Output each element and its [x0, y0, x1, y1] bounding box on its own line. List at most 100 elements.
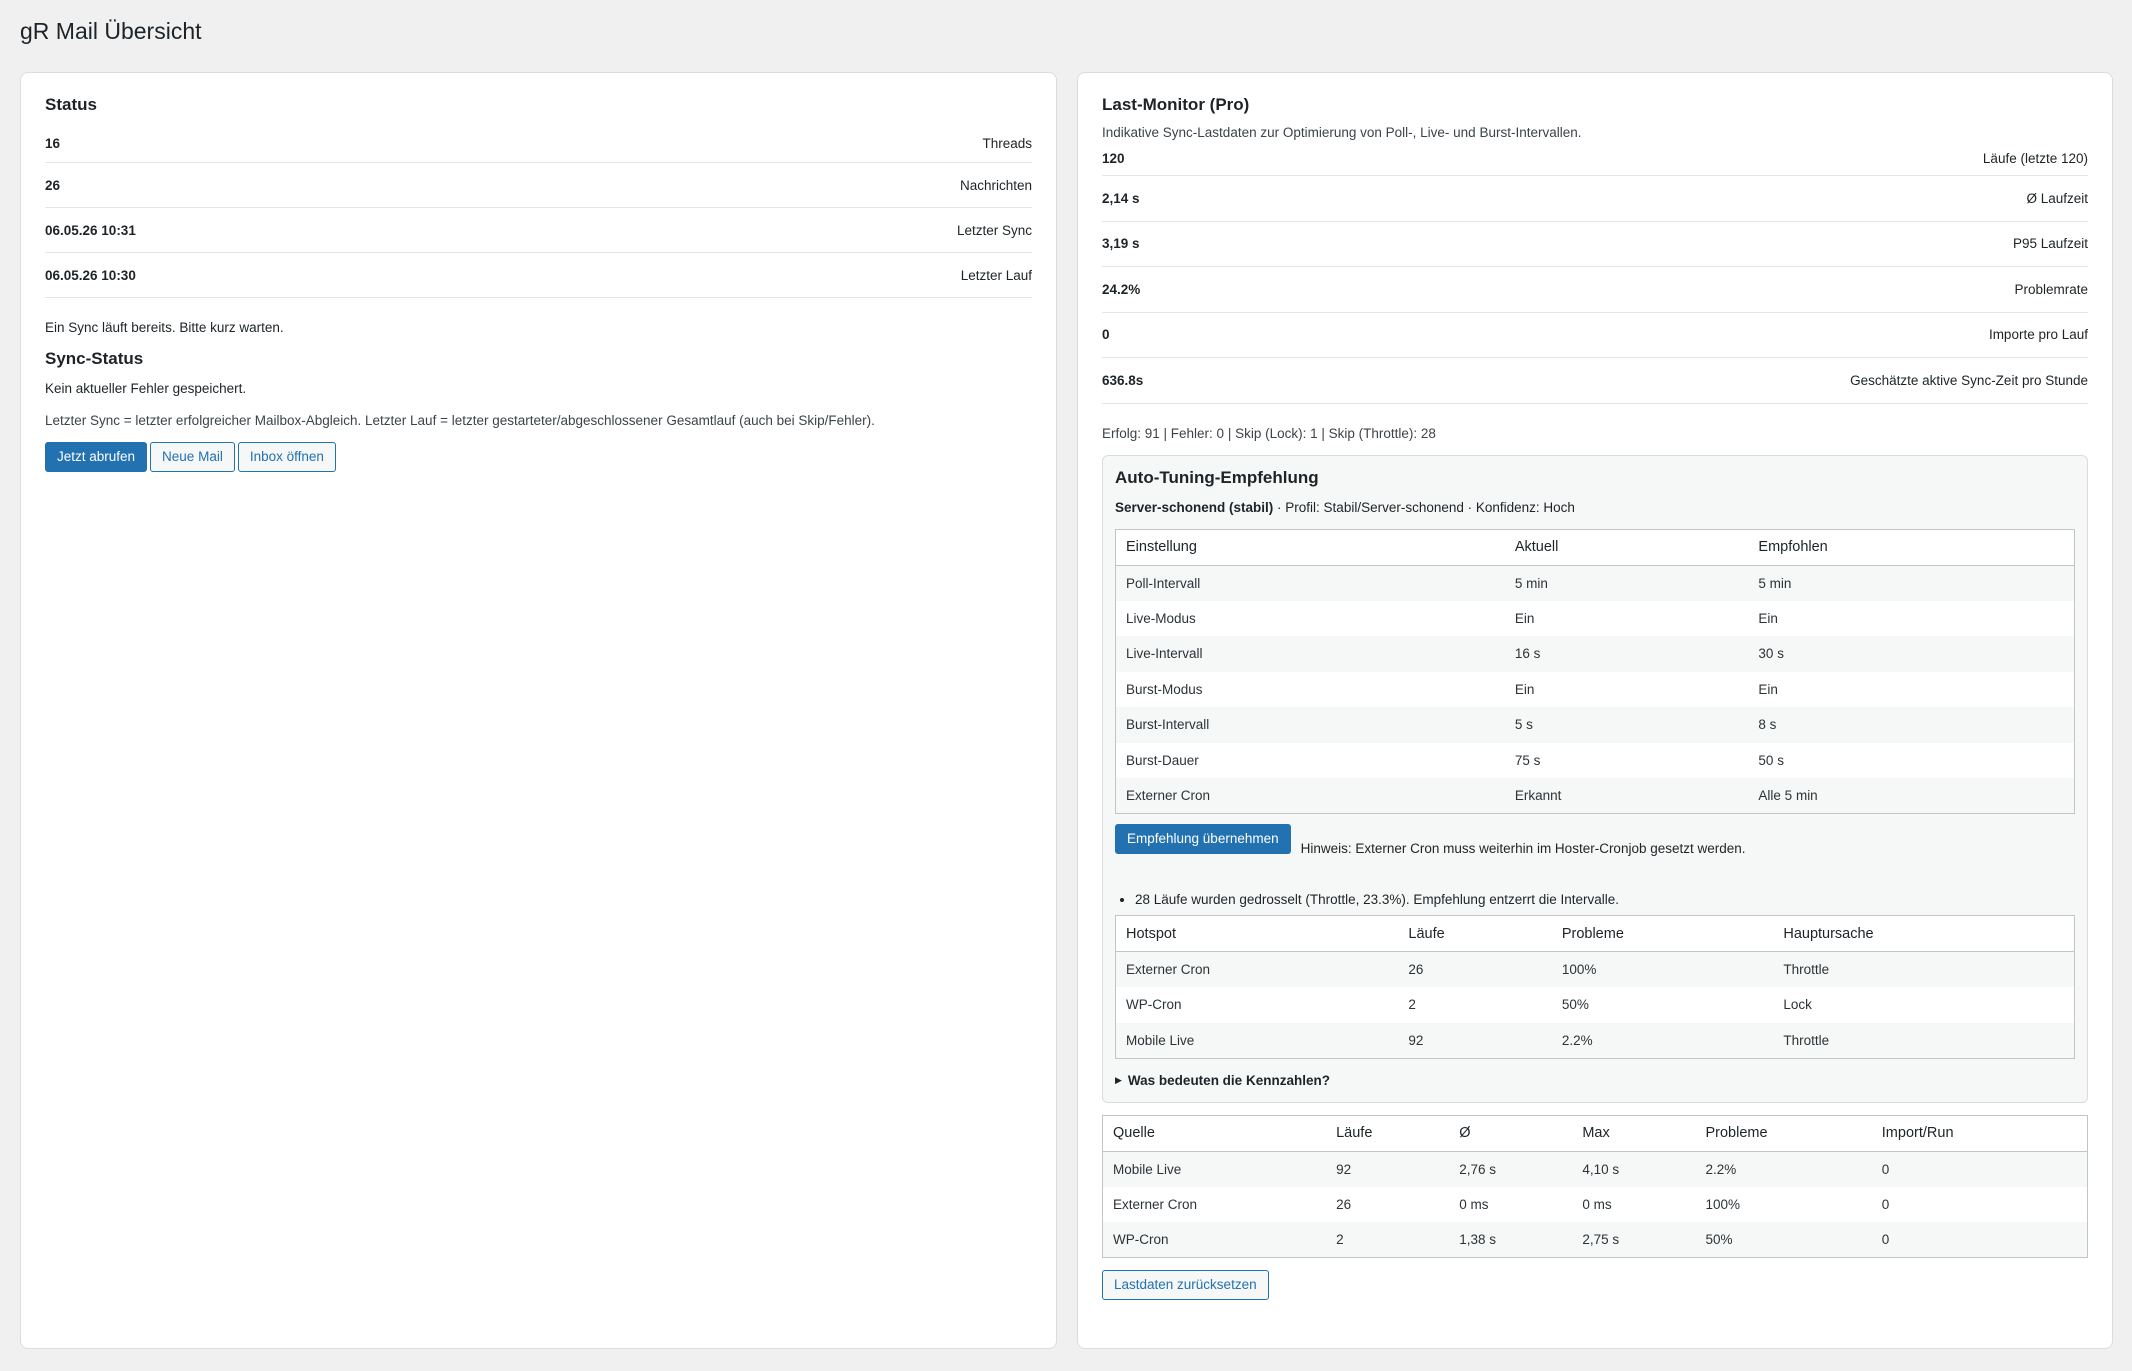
sync-explain-text: Letzter Sync = letzter erfolgreicher Mai…: [45, 413, 875, 428]
source-runs: 92: [1326, 1151, 1450, 1187]
header-hotspot: Hotspot: [1115, 915, 1399, 952]
monitor-rows: 120 Läufe (letzte 120) 2,14 s Ø Laufzeit…: [1102, 142, 2088, 404]
source-max: 0 ms: [1582, 1196, 1612, 1212]
throttle-notes: 28 Läufe wurden gedrosselt (Throttle, 23…: [1135, 892, 2075, 907]
last-sync-value: 06.05.26 10:31: [45, 222, 136, 238]
setting-recommended: 30 s: [1748, 636, 2075, 672]
runs-value: 120: [1102, 151, 1125, 166]
p95-runtime-label: P95 Laufzeit: [2012, 236, 2088, 252]
source-import-run: 0: [1871, 1151, 2088, 1187]
monitor-row-runs: 120 Läufe (letzte 120): [1102, 142, 2088, 176]
source-import-run: 0: [1881, 1196, 1890, 1212]
sync-running-notice: Ein Sync läuft bereits. Bitte kurz warte…: [45, 320, 284, 335]
page-title: gR Mail Übersicht: [20, 18, 202, 44]
source-avg: 2,76 s: [1449, 1151, 1573, 1187]
table-row: Burst-Dauer 75 s 50 s: [1116, 743, 2075, 779]
table-row: Mobile Live 92 2.2% Throttle: [1115, 1022, 2075, 1058]
header-current: Aktuell: [1504, 529, 1749, 566]
load-monitor-card: Last-Monitor (Pro) Indikative Sync-Lastd…: [1077, 72, 2113, 1349]
status-rows: 16 Threads 26 Nachrichten 06.05.26 10:31…: [45, 125, 1032, 298]
avg-runtime-label: Ø Laufzeit: [2026, 190, 2088, 206]
source-header-row: Quelle Läufe Ø Max Probleme Import/Run: [1102, 1115, 2088, 1152]
setting-name: Poll-Intervall: [1115, 565, 1505, 601]
hotspot-name: WP-Cron: [1126, 997, 1182, 1013]
metrics-explanation-toggle[interactable]: ▶ Was bedeuten die Kennzahlen?: [1115, 1073, 2075, 1088]
monitor-description: Indikative Sync-Lastdaten zur Optimierun…: [1102, 125, 1582, 140]
monitor-row-avg-runtime: 2,14 s Ø Laufzeit: [1102, 176, 2088, 222]
last-sync-label: Letzter Sync: [956, 222, 1032, 238]
sync-time-value: 636.8s: [1102, 372, 1144, 388]
setting-recommended: Ein: [1758, 681, 1778, 697]
header-problems: Probleme: [1551, 915, 1774, 952]
hotspot-problems: 50%: [1561, 997, 1589, 1013]
setting-current: 16 s: [1504, 636, 1749, 672]
list-item: 28 Läufe wurden gedrosselt (Throttle, 23…: [1135, 892, 2075, 907]
profile-details: · Profil: Stabil/Server-schonend · Konfi…: [1273, 499, 1575, 515]
p95-runtime-value: 3,19 s: [1102, 236, 1140, 252]
hotspot-problems: 2.2%: [1551, 1022, 1774, 1058]
hotspot-header-row: Hotspot Läufe Probleme Hauptursache: [1115, 915, 2075, 952]
setting-current: 5 s: [1504, 707, 1749, 743]
messages-label: Nachrichten: [959, 177, 1032, 193]
fetch-now-button[interactable]: Jetzt abrufen: [45, 442, 148, 472]
sync-status-title: Sync-Status: [45, 349, 144, 368]
header-problems: Probleme: [1695, 1115, 1872, 1152]
setting-current: 5 min: [1504, 565, 1749, 601]
hotspot-problems: 100%: [1551, 951, 1774, 987]
table-row: Burst-Intervall 5 s8 s: [1115, 707, 2075, 743]
header-main-cause: Hauptursache: [1773, 915, 2075, 952]
header-runs: Läufe: [1398, 915, 1552, 952]
table-row: Externer Cron 26 100% Throttle: [1115, 951, 2075, 987]
reset-row: Lastdaten zurücksetzen: [1102, 1270, 2088, 1300]
disclosure-triangle-icon: ▶: [1115, 1074, 1122, 1085]
table-row: WP-Cron 2 1,38 s 2,75 s 50% 0: [1102, 1222, 2088, 1258]
sync-time-label: Geschätzte aktive Sync-Zeit pro Stunde: [1850, 372, 2088, 388]
source-runs: 26: [1336, 1196, 1352, 1212]
last-run-value: 06.05.26 10:30: [45, 267, 136, 283]
source-import-run: 0: [1871, 1222, 2088, 1258]
header-import-run: Import/Run: [1871, 1115, 2088, 1152]
monitor-row-imports: 0 Importe pro Lauf: [1102, 313, 2088, 358]
run-summary: Erfolg: 91 | Fehler: 0 | Skip (Lock): 1 …: [1102, 425, 1436, 441]
hotspot-runs: 92: [1398, 1022, 1552, 1058]
last-run-label: Letzter Lauf: [960, 267, 1032, 283]
table-row: WP-Cron 2 50% Lock: [1116, 987, 2075, 1023]
imports-value: 0: [1102, 327, 1110, 343]
hotspot-cause: Throttle: [1773, 1022, 2075, 1058]
new-mail-button[interactable]: Neue Mail: [150, 442, 235, 472]
source-problems: 50%: [1695, 1222, 1872, 1258]
source-max: 4,10 s: [1572, 1151, 1696, 1187]
auto-tuning-title: Auto-Tuning-Empfehlung: [1115, 467, 1319, 487]
profile-line: Server-schonend (stabil) · Profil: Stabi…: [1115, 500, 2075, 515]
setting-recommended: Alle 5 min: [1748, 778, 2075, 814]
setting-current: Ein: [1514, 681, 1535, 697]
table-row: Externer Cron Erkannt Alle 5 min: [1115, 778, 2075, 814]
source-name: Mobile Live: [1102, 1151, 1327, 1187]
status-row-last-sync: 06.05.26 10:31 Letzter Sync: [45, 208, 1032, 253]
no-error-text: Kein aktueller Fehler gespeichert.: [45, 381, 247, 396]
profile-name: Server-schonend (stabil): [1115, 499, 1274, 515]
source-runs: 2: [1326, 1222, 1450, 1258]
setting-name: Burst-Dauer: [1126, 752, 1199, 768]
hotspot-cause: Throttle: [1773, 951, 2075, 987]
reset-load-data-button[interactable]: Lastdaten zurücksetzen: [1102, 1270, 1269, 1300]
open-inbox-button[interactable]: Inbox öffnen: [237, 442, 336, 472]
metrics-explanation-label: Was bedeuten die Kennzahlen?: [1127, 1072, 1330, 1088]
setting-current: 75 s: [1514, 752, 1541, 768]
imports-label: Importe pro Lauf: [1988, 327, 2088, 343]
header-avg: Ø: [1449, 1115, 1573, 1152]
setting-name: Burst-Modus: [1126, 681, 1203, 697]
setting-recommended: 50 s: [1758, 752, 1784, 768]
apply-recommendation-button[interactable]: Empfehlung übernehmen: [1115, 824, 1291, 854]
monitor-row-sync-time: 636.8s Geschätzte aktive Sync-Zeit pro S…: [1102, 358, 2088, 404]
table-row: Mobile Live 92 2,76 s 4,10 s 2.2% 0: [1102, 1151, 2088, 1187]
avg-runtime-value: 2,14 s: [1102, 190, 1140, 206]
status-row-threads: 16 Threads: [45, 125, 1032, 163]
source-problems: 2.2%: [1695, 1151, 1872, 1187]
monitor-row-problem-rate: 24.2% Problemrate: [1102, 267, 2088, 313]
auto-tuning-box: Auto-Tuning-Empfehlung Server-schonend (…: [1102, 454, 2088, 1103]
source-problems: 100%: [1705, 1196, 1740, 1212]
hotspot-name: Externer Cron: [1115, 951, 1399, 987]
status-card: Status 16 Threads 26 Nachrichten 06.05.2…: [20, 72, 1057, 1349]
source-max: 2,75 s: [1572, 1222, 1696, 1258]
